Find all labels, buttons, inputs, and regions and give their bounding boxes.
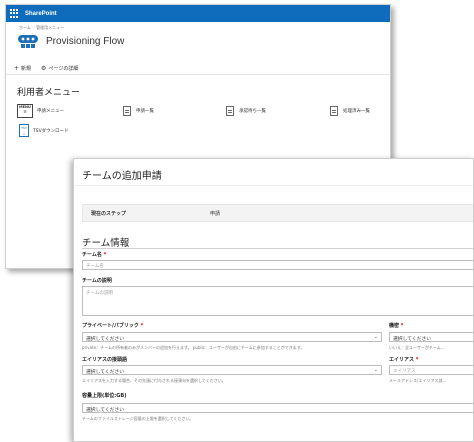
site-title[interactable]: Provisioning Flow xyxy=(46,36,124,47)
title-divider xyxy=(74,185,473,186)
alias-hint: メールアドレス(エイリアス部… xyxy=(389,378,447,383)
gear-icon: ⚙ xyxy=(41,65,47,72)
approval-document-icon xyxy=(226,106,234,116)
sensitivity-label: 機密 * xyxy=(389,323,404,329)
alias-prefix-label: エイリアスの接頭語 xyxy=(82,357,128,363)
form-title: チームの追加申請 xyxy=(82,171,162,182)
current-step-label: 現在のステップ xyxy=(91,211,127,217)
privacy-label: プライベート/パブリック * xyxy=(82,323,144,329)
chevron-down-icon: ⌄ xyxy=(373,334,378,340)
tile-application-list[interactable]: 申請一覧 xyxy=(123,106,154,116)
capacity-select[interactable]: 選択してください xyxy=(82,403,473,413)
page-details-button[interactable]: ⚙ ページの詳細 xyxy=(41,65,78,72)
suite-bar: SharePoint xyxy=(6,5,390,22)
tile-label: 承認待ち一覧 xyxy=(239,109,266,114)
tile-label: TSVダウンロード xyxy=(33,128,69,134)
tile-label: 処理済み一覧 xyxy=(343,109,370,114)
team-name-label: チーム名 * xyxy=(82,252,107,258)
menu-heading: 利用者メニュー xyxy=(17,87,81,97)
tile-applicant-menu[interactable]: MENU ☰ 申請メニュー xyxy=(17,104,64,118)
document-icon xyxy=(123,106,131,116)
menu-icon: MENU ☰ xyxy=(17,104,33,118)
alias-input[interactable]: エイリアス xyxy=(389,365,473,375)
tile-pending-approval[interactable]: 承認待ち一覧 xyxy=(226,106,266,116)
plus-icon: + xyxy=(14,65,20,72)
tile-tsv-download[interactable]: TSV ↓ TSVダウンロード xyxy=(19,124,69,137)
processed-document-icon xyxy=(330,106,338,116)
team-description-label: チームの説明 xyxy=(82,278,112,284)
privacy-select[interactable]: 選択してください ⌄ xyxy=(82,332,382,342)
current-step-panel: 現在のステップ 申請 xyxy=(82,204,473,222)
breadcrumb[interactable]: ホーム 管理用メニュー xyxy=(6,22,390,31)
tile-processed-list[interactable]: 処理済み一覧 xyxy=(330,106,370,116)
chevron-down-icon: ⌄ xyxy=(373,367,378,373)
app-launcher-icon[interactable] xyxy=(10,9,19,18)
current-step-value: 申請 xyxy=(210,211,221,217)
page-details-label: ページの詳細 xyxy=(48,66,79,72)
command-bar: + 新規 ⚙ ページの詳細 xyxy=(6,63,390,75)
section-title: チーム情報 xyxy=(82,238,130,249)
alias-prefix-select[interactable]: 選択してください ⌄ xyxy=(82,365,382,375)
tsv-file-icon: TSV ↓ xyxy=(19,124,29,137)
site-header: Provisioning Flow xyxy=(6,31,390,49)
team-description-textarea[interactable]: チームの説明 xyxy=(82,286,473,316)
new-label: 新規 xyxy=(21,66,32,72)
tile-label: 申請メニュー xyxy=(37,109,64,114)
privacy-hint: private：チームの所有者のみがメンバーの追加を行えます。 public：ユ… xyxy=(82,345,305,350)
screenshot-composite: SharePoint ホーム 管理用メニュー Provisioning Flow… xyxy=(0,0,474,442)
site-logo-icon[interactable] xyxy=(17,33,39,49)
capacity-label: 容量上限(単位:GB) xyxy=(82,393,127,399)
sensitivity-select[interactable]: 選択してください xyxy=(389,332,473,342)
team-name-input[interactable]: チーム名 xyxy=(82,260,473,270)
section-divider xyxy=(82,248,473,249)
team-request-form-window: チームの追加申請 現在のステップ 申請 チーム情報 チーム名 * チーム名 チー… xyxy=(73,158,474,442)
new-button[interactable]: + 新規 xyxy=(14,65,31,72)
sensitivity-hint: いいえ：全ユーザーがチーム… xyxy=(389,345,445,350)
capacity-hint: チームのファイルストレージ容量の上限を選択してください。 xyxy=(82,416,194,421)
suite-brand[interactable]: SharePoint xyxy=(25,11,57,17)
tile-label: 申請一覧 xyxy=(136,109,154,114)
alias-label: エイリアス * xyxy=(389,357,419,363)
alias-prefix-hint: エイリアスを入力する場合、その先頭に付与される接頭句を選択してください。 xyxy=(82,378,226,383)
